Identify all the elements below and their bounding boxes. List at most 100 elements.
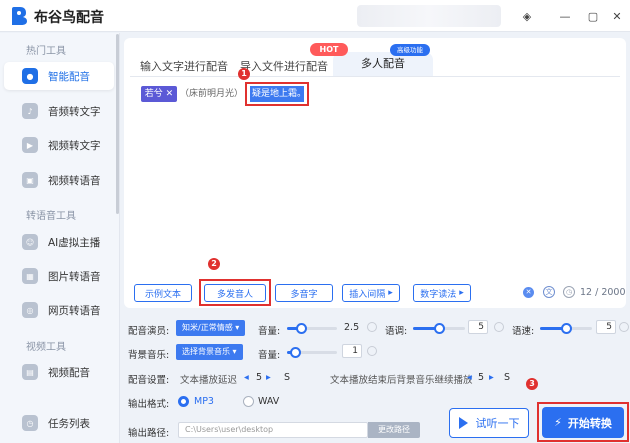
voice-label: 配音演员: bbox=[128, 326, 170, 337]
volume-slider[interactable] bbox=[287, 323, 337, 334]
format-mp3-radio[interactable] bbox=[178, 396, 189, 407]
delay-decrease-icon[interactable]: ◂ bbox=[244, 372, 249, 383]
format-wav-radio[interactable] bbox=[243, 396, 254, 407]
reset-icon[interactable] bbox=[619, 322, 629, 332]
volume-slider-knob[interactable] bbox=[296, 323, 307, 334]
pitch-value[interactable]: 5 bbox=[468, 320, 488, 334]
speaker-chip[interactable]: 若兮 ✕ bbox=[141, 86, 177, 102]
speed-value[interactable]: 5 bbox=[596, 320, 616, 334]
annotation-badge-1: 1 bbox=[238, 68, 250, 80]
chevron-down-icon: ▾ bbox=[235, 323, 240, 332]
path-label: 输出路径: bbox=[128, 428, 170, 439]
highlight-box-2 bbox=[199, 279, 271, 306]
title-bar: 布谷鸟配音 ◈ — ▢ ✕ bbox=[0, 0, 630, 32]
speed-label: 语速: bbox=[512, 326, 535, 337]
volume-value: 2.5 bbox=[344, 322, 360, 333]
sidebar-section-tts: 转语音工具 bbox=[26, 211, 76, 222]
polyphone-button[interactable]: 多音字 bbox=[275, 284, 333, 302]
sidebar-item-ai-anchor[interactable]: ☺ AI虚拟主播 bbox=[4, 228, 114, 256]
chevron-right-icon: ▸ bbox=[388, 288, 393, 298]
output-path-input[interactable]: C:\Users\user\desktop bbox=[178, 422, 368, 438]
tab-divider bbox=[130, 76, 620, 77]
chevron-down-icon: ▾ bbox=[232, 347, 237, 356]
highlight-box-1 bbox=[245, 82, 309, 106]
change-path-button[interactable]: 更改路径 bbox=[368, 422, 420, 438]
annotation-badge-2: 2 bbox=[208, 258, 220, 270]
annotation-badge-3: 3 bbox=[526, 378, 538, 390]
delay-increase-icon[interactable]: ▸ bbox=[266, 372, 271, 383]
pro-badge: 高级功能 bbox=[390, 44, 430, 56]
sidebar-section-hot: 热门工具 bbox=[26, 46, 66, 57]
audio-icon: ♪ bbox=[22, 103, 38, 119]
image-icon: ▦ bbox=[22, 268, 38, 284]
microphone-icon: ● bbox=[22, 68, 38, 84]
minimize-icon[interactable]: — bbox=[555, 6, 575, 26]
hot-badge: HOT bbox=[310, 43, 348, 56]
bgm-volume-value[interactable]: 1 bbox=[342, 344, 362, 358]
bgm-label: 背景音乐: bbox=[128, 350, 170, 361]
video-audio-icon: ▣ bbox=[22, 172, 38, 188]
bgm-continue-unit: S bbox=[504, 372, 511, 383]
speed-slider-knob[interactable] bbox=[561, 323, 572, 334]
bgm-continue-decrease-icon[interactable]: ◂ bbox=[467, 372, 472, 383]
number-reading-button[interactable]: 数字读法 ▸ bbox=[413, 284, 471, 302]
bgm-continue-label: 文本播放结束后背景音乐继续播放 bbox=[330, 375, 473, 386]
chevron-right-icon: ▸ bbox=[459, 288, 464, 298]
insert-pause-button[interactable]: 插入间隔 ▸ bbox=[342, 284, 400, 302]
play-icon bbox=[458, 417, 468, 429]
bgm-volume-label: 音量: bbox=[258, 350, 281, 361]
bgm-volume-slider[interactable] bbox=[287, 347, 337, 358]
sidebar-item-audio-to-text[interactable]: ♪ 音频转文字 bbox=[4, 97, 114, 125]
clock-icon: ◷ bbox=[22, 415, 38, 431]
video-icon: ▶ bbox=[22, 137, 38, 153]
format-label: 输出格式: bbox=[128, 399, 170, 410]
sidebar-item-video-to-audio[interactable]: ▣ 视频转语音 bbox=[4, 166, 114, 194]
bgm-volume-slider-knob[interactable] bbox=[289, 347, 301, 358]
tab-import-file[interactable]: 导入文件进行配音 bbox=[240, 58, 328, 74]
reset-icon[interactable] bbox=[367, 346, 377, 356]
layers-icon[interactable]: ◈ bbox=[517, 6, 537, 26]
pitch-slider[interactable] bbox=[413, 323, 465, 334]
tab-text-input[interactable]: 输入文字进行配音 bbox=[140, 58, 228, 74]
history-icon[interactable]: ◷ bbox=[563, 286, 575, 298]
close-icon[interactable]: ✕ bbox=[607, 6, 627, 26]
sidebar-item-smart-dubbing[interactable]: ● 智能配音 bbox=[4, 62, 114, 90]
bgm-select[interactable]: 选择背景音乐 ▾ bbox=[176, 344, 243, 360]
app-title: 布谷鸟配音 bbox=[34, 10, 104, 26]
sidebar-scrollbar[interactable] bbox=[116, 34, 119, 214]
sidebar-item-video-to-text[interactable]: ▶ 视频转文字 bbox=[4, 131, 114, 159]
character-counter: 12 / 2000 bbox=[580, 287, 626, 298]
highlight-box-3 bbox=[537, 402, 629, 442]
clear-icon[interactable]: ✕ bbox=[523, 287, 534, 298]
maximize-icon[interactable]: ▢ bbox=[583, 6, 603, 26]
app-logo-icon bbox=[12, 7, 27, 25]
preview-button[interactable]: 试听一下 bbox=[449, 408, 529, 438]
sidebar-item-task-list[interactable]: ◷ 任务列表 bbox=[4, 409, 114, 437]
format-wav-label[interactable]: WAV bbox=[258, 396, 279, 407]
voice-select[interactable]: 知米/正常情感 ▾ bbox=[176, 320, 246, 336]
delay-value: 5 bbox=[256, 372, 263, 383]
editor-panel bbox=[124, 38, 626, 308]
format-mp3-label[interactable]: MP3 bbox=[194, 396, 214, 407]
sidebar-item-image-to-audio[interactable]: ▦ 图片转语音 bbox=[4, 262, 114, 290]
sidebar-section-video: 视频工具 bbox=[26, 342, 66, 353]
example-text-button[interactable]: 示例文本 bbox=[134, 284, 192, 302]
bgm-continue-increase-icon[interactable]: ▸ bbox=[489, 372, 494, 383]
sidebar-item-web-to-audio[interactable]: ◎ 网页转语音 bbox=[4, 296, 114, 324]
delay-unit: S bbox=[284, 372, 291, 383]
sidebar-item-video-dubbing[interactable]: ▤ 视频配音 bbox=[4, 358, 114, 386]
avatar-icon: ☺ bbox=[22, 234, 38, 250]
config-label: 配音设置: bbox=[128, 375, 170, 386]
account-area[interactable] bbox=[357, 5, 501, 27]
translate-icon[interactable]: 文 bbox=[543, 286, 555, 298]
delay-label: 文本播放延迟 bbox=[180, 375, 238, 386]
speed-slider[interactable] bbox=[540, 323, 592, 334]
web-icon: ◎ bbox=[22, 302, 38, 318]
volume-label: 音量: bbox=[258, 326, 281, 337]
film-icon: ▤ bbox=[22, 364, 38, 380]
pitch-label: 语调: bbox=[385, 326, 408, 337]
editor-text-segment[interactable]: （床前明月光） bbox=[180, 86, 243, 102]
pitch-slider-knob[interactable] bbox=[434, 323, 445, 334]
reset-icon[interactable] bbox=[367, 322, 377, 332]
reset-icon[interactable] bbox=[494, 322, 504, 332]
